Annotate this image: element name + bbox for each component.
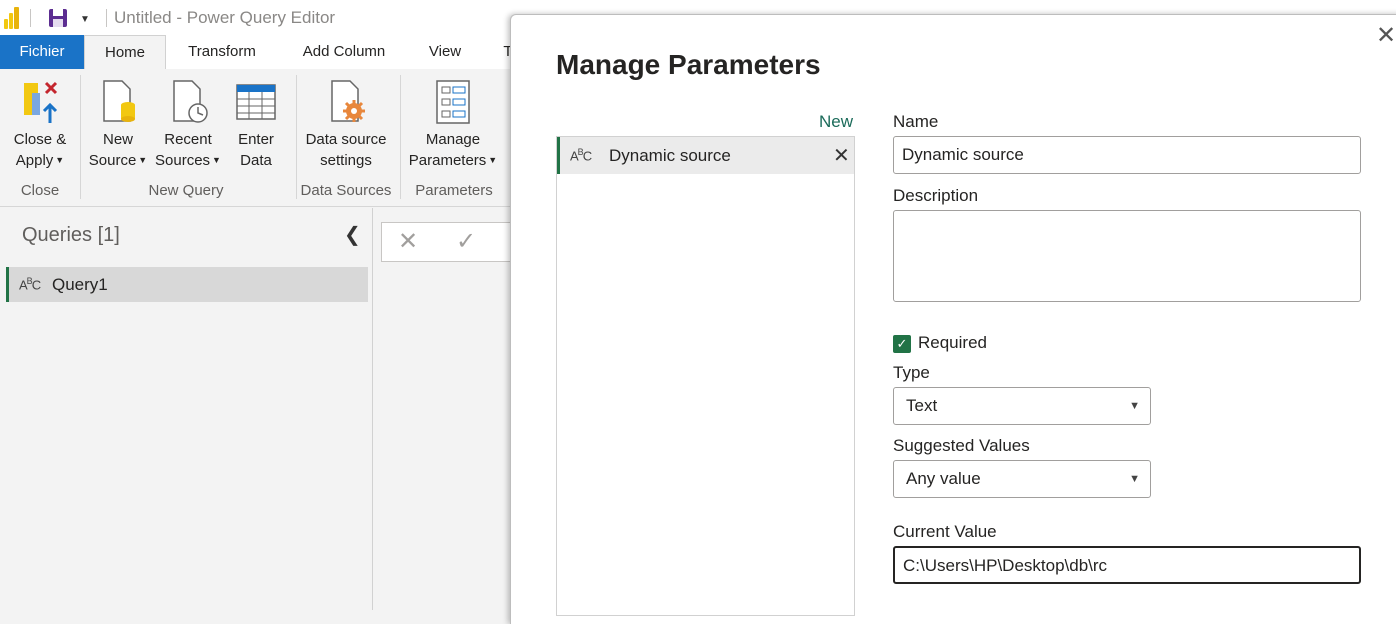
abc-text-icon: ABC [570, 147, 592, 164]
data-source-settings-button[interactable]: Data source settings [300, 79, 392, 171]
enter-data-button[interactable]: Enter Data [228, 79, 284, 171]
close-apply-label-1: Close & [13, 131, 67, 148]
group-separator [296, 75, 297, 199]
chevron-down-icon: ▼ [1129, 400, 1140, 412]
confirm-formula-icon[interactable]: ✓ [456, 227, 476, 256]
manage-parameters-icon [433, 79, 473, 125]
separator [106, 9, 107, 27]
suggested-values-select[interactable]: Any value ▼ [893, 460, 1151, 498]
manage-parameters-label-1: Manage [425, 131, 481, 148]
suggested-values-select-value: Any value [906, 469, 981, 488]
separator [30, 9, 31, 27]
tab-view[interactable]: View [412, 35, 478, 69]
save-icon[interactable] [48, 8, 68, 28]
dropdown-caret-icon: ▼ [488, 155, 498, 165]
collapse-pane-icon[interactable]: ❮ [344, 222, 361, 247]
query-name: Query1 [52, 275, 108, 294]
required-label: Required [918, 333, 987, 352]
formula-bar: ✕ ✓ [381, 222, 521, 262]
query-list-item[interactable]: ABC Query1 [6, 267, 368, 302]
recent-sources-button[interactable]: Recent Sources ▼ [152, 79, 224, 171]
cancel-formula-icon[interactable]: ✕ [398, 227, 418, 256]
data-source-settings-icon [326, 79, 366, 125]
manage-parameters-button[interactable]: Manage Parameters ▼ [404, 79, 502, 171]
name-label: Name [893, 112, 939, 131]
close-icon[interactable]: ✕ [1376, 24, 1396, 48]
tab-transform[interactable]: Transform [172, 35, 272, 69]
dropdown-caret-icon: ▼ [138, 155, 148, 165]
enter-data-label-1: Enter [238, 131, 274, 148]
description-label: Description [893, 186, 979, 205]
tab-add-column[interactable]: Add Column [286, 35, 402, 69]
remove-parameter-icon[interactable]: ✕ [833, 143, 850, 168]
data-source-settings-label-2: settings [320, 152, 372, 169]
type-select-value: Text [906, 396, 938, 415]
quick-access-dropdown-icon[interactable]: ▼ [80, 14, 90, 25]
group-label-data-sources: Data Sources [300, 182, 392, 199]
dialog-title: Manage Parameters [556, 49, 821, 80]
new-source-button[interactable]: New Source ▼ [86, 79, 150, 171]
queries-pane: Queries [1] ❮ ABC Query1 [0, 208, 373, 610]
type-label: Type [893, 363, 930, 382]
parameter-list: ABC Dynamic source ✕ [556, 136, 855, 616]
parameter-list-item[interactable]: ABC Dynamic source ✕ [557, 137, 854, 174]
group-label-new-query: New Query [148, 182, 224, 199]
group-label-close: Close [20, 182, 60, 199]
new-source-icon [98, 79, 138, 125]
abc-text-icon: ABC [19, 276, 41, 293]
suggested-values-label: Suggested Values [893, 436, 1030, 455]
power-bi-logo-icon [4, 5, 22, 29]
group-label-parameters: Parameters [415, 182, 493, 199]
enter-data-label-2: Data [240, 152, 272, 169]
new-source-label-2: Source [88, 152, 137, 169]
dropdown-caret-icon: ▼ [55, 155, 65, 165]
window-title: Untitled - Power Query Editor [114, 8, 336, 27]
data-source-settings-label-1: Data source [305, 131, 387, 148]
close-apply-icon [20, 79, 60, 125]
table-icon [236, 79, 276, 125]
description-field[interactable] [893, 210, 1361, 302]
manage-parameters-label-2: Parameters [408, 152, 487, 169]
tab-home[interactable]: Home [84, 35, 166, 69]
tab-file[interactable]: Fichier [0, 35, 84, 69]
queries-title: Queries [1] [22, 224, 120, 246]
dropdown-caret-icon: ▼ [212, 155, 221, 165]
recent-sources-label-1: Recent [164, 131, 212, 148]
type-select[interactable]: Text ▼ [893, 387, 1151, 425]
current-value-label: Current Value [893, 522, 997, 541]
current-value-field[interactable]: C:\Users\HP\Desktop\db\rc [893, 546, 1361, 584]
name-field[interactable]: Dynamic source [893, 136, 1361, 174]
group-separator [80, 75, 81, 199]
close-apply-button[interactable]: Close & Apply ▼ [6, 79, 74, 171]
recent-sources-label-2: Sources [155, 152, 211, 169]
recent-sources-icon [168, 79, 208, 125]
chevron-down-icon: ▼ [1129, 473, 1140, 485]
close-apply-label-2: Apply [15, 152, 54, 169]
required-checkbox[interactable]: ✓ [893, 335, 911, 353]
parameter-name: Dynamic source [609, 146, 731, 165]
group-separator [400, 75, 401, 199]
new-source-label-1: New [102, 131, 133, 148]
new-parameter-link[interactable]: New [819, 112, 853, 132]
